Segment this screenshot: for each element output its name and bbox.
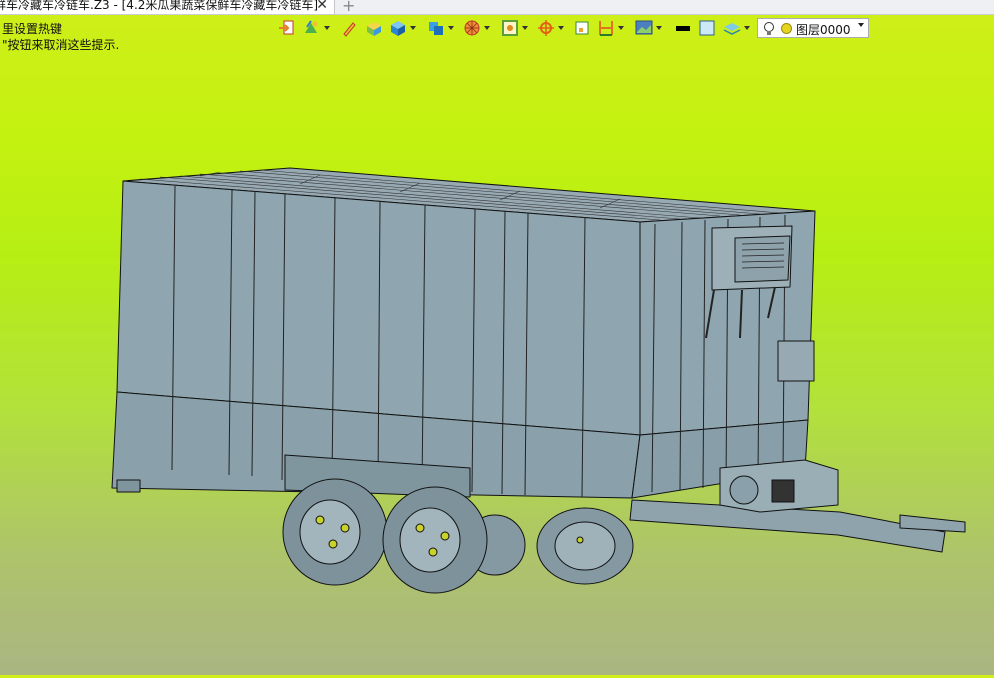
shaded-cube-icon[interactable] bbox=[426, 18, 446, 40]
3d-viewport[interactable] bbox=[0, 40, 994, 675]
layer-select-value: 图层0000 bbox=[796, 23, 851, 37]
dimension-dropdown-icon[interactable] bbox=[618, 26, 624, 30]
hint-line-1: 里设置热键 bbox=[2, 22, 63, 36]
close-tab-icon[interactable]: ✕ bbox=[316, 0, 328, 14]
line-color-swatch[interactable] bbox=[674, 18, 692, 40]
render-sphere-icon[interactable] bbox=[462, 18, 482, 40]
tab-bar: 鲜车冷藏车冷链车.Z3 - [4.2米瓜果蔬菜保鲜车冷藏车冷链车] ✕ + bbox=[0, 0, 994, 15]
layer-select[interactable]: 图层0000 bbox=[757, 18, 869, 38]
document-tab-title: 鲜车冷藏车冷链车.Z3 - [4.2米瓜果蔬菜保鲜车冷藏车冷链车] bbox=[0, 0, 319, 12]
image-view-icon[interactable] bbox=[634, 18, 654, 40]
render-dropdown-icon[interactable] bbox=[484, 26, 490, 30]
new-tab-icon[interactable]: + bbox=[342, 0, 355, 14]
cube-icon[interactable] bbox=[388, 18, 408, 40]
document-tab[interactable]: 鲜车冷藏车冷链车.Z3 - [4.2米瓜果蔬菜保鲜车冷藏车冷链车] ✕ bbox=[0, 0, 335, 14]
material-dropdown-icon[interactable] bbox=[324, 26, 330, 30]
frame-icon[interactable] bbox=[500, 18, 520, 40]
image-view-dropdown-icon[interactable] bbox=[656, 26, 662, 30]
frame-dropdown-icon[interactable] bbox=[522, 26, 528, 30]
trailer-model[interactable] bbox=[0, 40, 994, 675]
bulb-icon[interactable] bbox=[762, 21, 776, 37]
cube-dropdown-icon[interactable] bbox=[410, 26, 416, 30]
grid-square-icon[interactable] bbox=[572, 18, 592, 40]
box-solid-icon[interactable] bbox=[364, 18, 384, 40]
pivot-icon[interactable] bbox=[536, 18, 556, 40]
layer-stack-dropdown-icon[interactable] bbox=[744, 26, 750, 30]
material-icon[interactable] bbox=[302, 18, 320, 40]
pivot-dropdown-icon[interactable] bbox=[558, 26, 564, 30]
import-icon[interactable] bbox=[278, 18, 296, 40]
dimension-icon[interactable] bbox=[596, 18, 616, 40]
layer-stack-icon[interactable] bbox=[722, 18, 742, 40]
layer-color-dot[interactable] bbox=[781, 23, 792, 34]
pencil-icon[interactable] bbox=[340, 18, 358, 40]
shaded-dropdown-icon[interactable] bbox=[448, 26, 454, 30]
fill-swatch[interactable] bbox=[698, 18, 716, 40]
layer-dropdown-icon[interactable] bbox=[858, 23, 864, 27]
